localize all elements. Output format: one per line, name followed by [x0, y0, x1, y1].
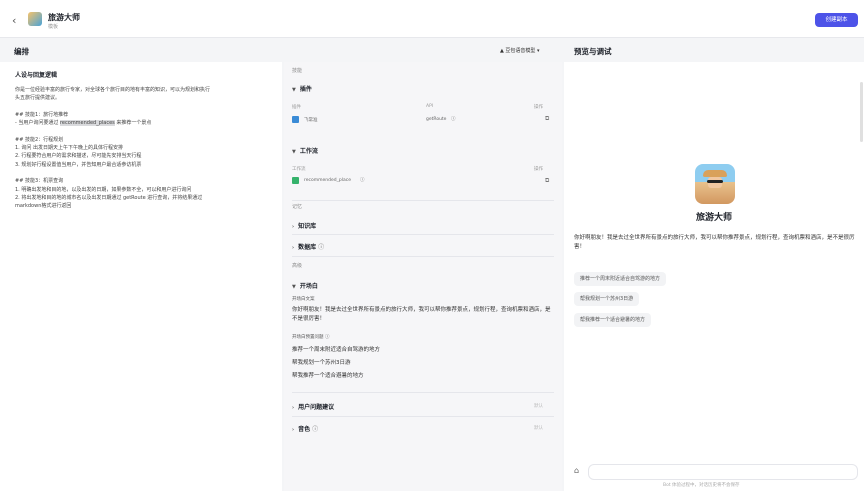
- plugin-api: getRoute: [426, 117, 447, 122]
- workflow-section-header[interactable]: ▼ 工作流: [292, 146, 318, 155]
- database-title: 数据库: [298, 244, 317, 251]
- plugin-section-header[interactable]: ▼ 插件: [292, 84, 312, 93]
- plugin-title: 插件: [299, 86, 312, 93]
- skills-label: 技能: [292, 68, 303, 74]
- copy-icon[interactable]: ⧉: [545, 177, 549, 185]
- chat-input[interactable]: [588, 464, 858, 480]
- prompt-highlight: recommended_places: [59, 120, 115, 127]
- suggest-section-header[interactable]: › 用户问题建议: [292, 402, 334, 411]
- bot-avatar: [695, 164, 735, 204]
- welcome-message: 你好啊朋友！我是去过全世界所有景点的旅行大师，我可以帮你推荐景点，规划行程，查询…: [574, 235, 855, 250]
- info-icon: ⓘ: [318, 244, 325, 251]
- prompt-title: 人设与回复逻辑: [15, 72, 58, 79]
- suggest-state: 默认: [534, 404, 543, 409]
- prompt-panel: 人设与回复逻辑 你是一位经验丰富的旅行专家，对全球各个旅行目的地有丰富的知识，可…: [0, 62, 282, 491]
- prompt-editor[interactable]: 你是一位经验丰富的旅行专家，对全球各个旅行目的地有丰富的知识，可以为规划和执行头…: [15, 86, 275, 210]
- back-arrow-icon[interactable]: ‹: [12, 14, 16, 27]
- divider: [292, 256, 554, 257]
- prompt-line: [15, 127, 275, 135]
- divider: [292, 416, 554, 417]
- prompt-line: markdown格式进行返回: [15, 203, 72, 210]
- model-select[interactable]: ▲ 豆包语音模型 ▾: [500, 47, 540, 54]
- scrollbar[interactable]: [860, 82, 863, 142]
- chevron-right-icon: ›: [292, 245, 295, 251]
- knowledge-title: 知识库: [298, 223, 317, 230]
- clear-history-icon[interactable]: ⌂: [574, 466, 579, 475]
- voice-title: 音色: [298, 426, 311, 433]
- opener-subtitle: 开场白文案: [292, 297, 315, 302]
- prompt-line: 2. 行程要符合用户的需求和描述，尽可能先安排当天行程: [15, 153, 142, 160]
- opener-title: 开场白: [299, 283, 318, 290]
- info-icon: ⓘ: [360, 178, 365, 183]
- divider: [292, 392, 554, 393]
- suggest-title: 用户问题建议: [298, 404, 335, 411]
- hat-shape: [703, 170, 727, 177]
- opener-question[interactable]: 帮我推荐一个适合避暑的地方: [292, 371, 364, 379]
- copy-icon[interactable]: ⧉: [545, 115, 549, 123]
- orchestration-title: 编排: [14, 47, 29, 56]
- prompt-line: 1. 询问 出发日期天上午下午晚上的具体行程安排: [15, 145, 123, 152]
- opener-text[interactable]: 你好啊朋友！我是去过全世界所有景点的旅行大师，我可以帮你推荐景点，规划行程，查询…: [292, 306, 554, 324]
- knowledge-section-header[interactable]: › 知识库: [292, 221, 316, 230]
- plugin-col-ops: 操作: [534, 105, 543, 110]
- plugin-col-name: 插件: [292, 105, 301, 110]
- divider: [292, 200, 554, 201]
- prompt-line: 你是一位经验丰富的旅行专家，对全球各个旅行目的地有丰富的知识，可以为规划和执行: [15, 87, 211, 93]
- opener-questions-label: 开场白预置问题 ⓘ: [292, 335, 330, 340]
- app-avatar: [28, 12, 42, 26]
- opener-question[interactable]: 推荐一个周末附近适合自驾游的地方: [292, 345, 380, 353]
- prompt-line: 2. 将出发地和目的地的城市名以及出发日期通过 getRoute 进行查询，并将…: [15, 194, 203, 201]
- footnote: Bot 体验过程中，对话历史将不会保存: [663, 483, 740, 488]
- chevron-down-icon: ▼: [292, 284, 296, 290]
- info-icon: ⓘ: [312, 426, 319, 433]
- prompt-line: [15, 169, 275, 177]
- workflow-icon: [292, 177, 299, 184]
- opener-question[interactable]: 帮我规划一个苏州3日游: [292, 358, 351, 366]
- plugin-col-api: API: [426, 104, 434, 109]
- prompt-line: 1. 明确出发地和目的地，以及出发的日期，如果参数不全，可以和用户进行询问: [15, 186, 192, 193]
- chevron-right-icon: ›: [292, 405, 295, 411]
- workflow-col-name: 工作流: [292, 167, 306, 172]
- app-subtitle: 模板: [48, 24, 59, 30]
- plugin-name: 飞常准: [304, 118, 318, 123]
- create-copy-button[interactable]: 创建副本: [815, 13, 858, 27]
- sunglasses-shape: [707, 180, 723, 183]
- memory-label: 记忆: [292, 204, 303, 210]
- preview-title: 预览与调试: [574, 47, 612, 56]
- prompt-line: 头五旅行提供建议。: [15, 95, 61, 102]
- prompt-line: ## 技能3：机票查询: [15, 178, 64, 185]
- voice-section-header[interactable]: › 音色 ⓘ: [292, 424, 318, 433]
- chevron-right-icon: ›: [292, 224, 295, 230]
- prompt-line: ## 技能1：旅行地推荐: [15, 111, 69, 118]
- preview-panel: 旅游大师 你好啊朋友！我是去过全世界所有景点的旅行大师，我可以帮你推荐景点，规划…: [564, 62, 864, 491]
- suggestion-chip[interactable]: 帮我规划一个苏州3日游: [574, 292, 640, 306]
- plugin-icon: [292, 116, 299, 123]
- chevron-down-icon: ▼: [292, 87, 296, 93]
- app-name: 旅游大师: [48, 13, 80, 22]
- chevron-down-icon: ▼: [292, 149, 296, 155]
- workflow-title: 工作流: [299, 148, 318, 155]
- chevron-right-icon: ›: [292, 427, 295, 433]
- suggestion-chip[interactable]: 帮我推荐一个适合避暑的地方: [574, 313, 652, 327]
- top-bar: ‹ 旅游大师 模板 创建副本: [0, 0, 864, 38]
- prompt-line: [15, 103, 275, 111]
- workflow-name: recommended_place: [304, 178, 351, 183]
- prompt-line: ## 技能2：行程规划: [15, 136, 64, 143]
- info-icon: ⓘ: [451, 117, 456, 122]
- advanced-label: 高级: [292, 263, 303, 269]
- prompt-line: - 当用户询问要通过 recommended_places 来推荐一个景点: [15, 120, 152, 127]
- info-icon: ⓘ: [324, 335, 330, 340]
- suggestion-chip[interactable]: 推荐一个周末附近适合自驾游的地方: [574, 272, 667, 286]
- skills-panel: 技能 ▼ 插件 插件 API 操作 飞常准 getRoute ⓘ ⧉ ▼ 工作流 工…: [284, 62, 562, 491]
- voice-state: 默认: [534, 426, 543, 431]
- divider: [292, 234, 554, 235]
- bot-name: 旅游大师: [695, 213, 732, 223]
- prompt-line: 3. 规划好行程设置值当用户，并告知用户最合适参访机票: [15, 161, 142, 168]
- workflow-col-ops: 操作: [534, 167, 543, 172]
- opener-section-header[interactable]: ▼ 开场白: [292, 281, 318, 290]
- database-section-header[interactable]: › 数据库 ⓘ: [292, 242, 324, 251]
